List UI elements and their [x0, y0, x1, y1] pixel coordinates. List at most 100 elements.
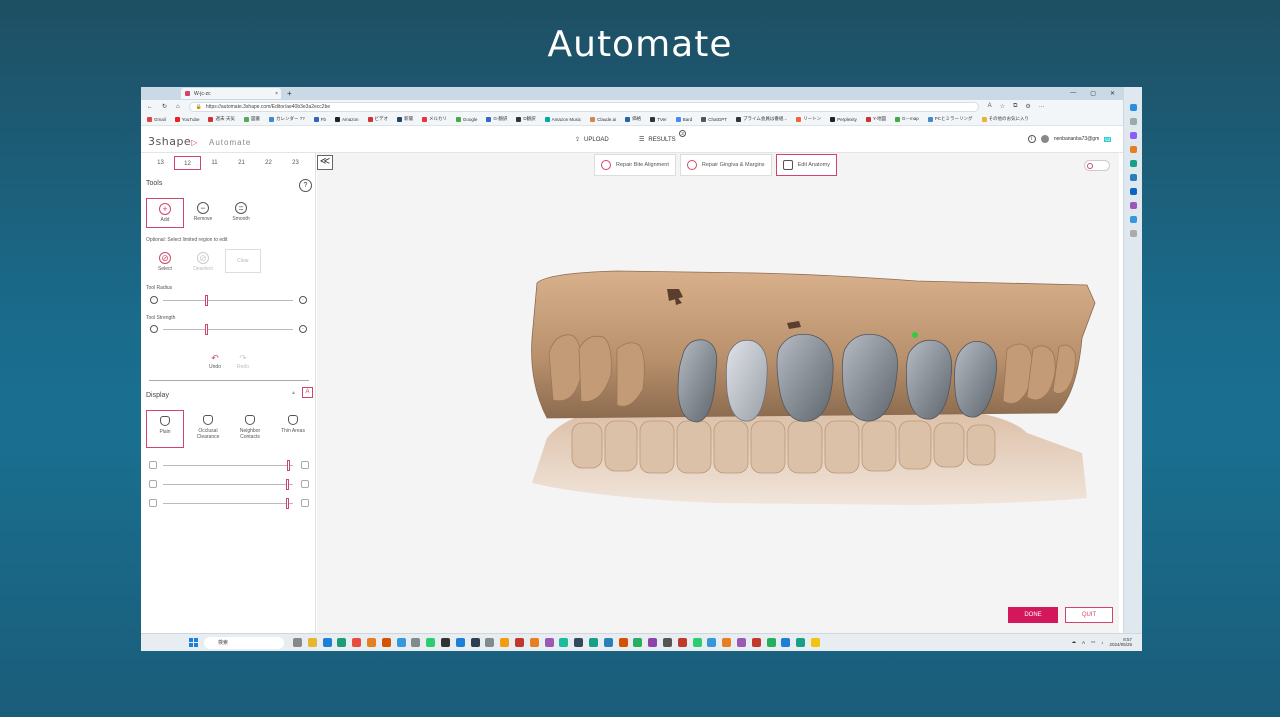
bookmark-item[interactable]: リートン [796, 116, 821, 122]
redo-button[interactable]: ↷ Redo [233, 353, 253, 370]
tools-icon[interactable] [1129, 174, 1137, 181]
info-icon[interactable]: i [1027, 135, 1036, 143]
app-icon[interactable] [411, 638, 421, 647]
dental-model-render[interactable] [317, 153, 1119, 633]
app-icon[interactable] [500, 638, 510, 647]
tooth-tab[interactable]: 13 [147, 156, 174, 170]
app-icon[interactable] [588, 638, 598, 647]
new-tab-button[interactable]: + [287, 89, 292, 98]
occlusal-clearance-button[interactable]: Occlusal Clearance [189, 410, 227, 448]
designer-icon[interactable] [1129, 202, 1137, 209]
extensions-icon[interactable]: ⚙ [1025, 103, 1030, 110]
minimize-button[interactable]: — [1070, 90, 1076, 97]
close-window-button[interactable]: ✕ [1110, 90, 1115, 97]
bookmark-item[interactable]: Fb [313, 116, 326, 122]
input-language[interactable]: A [1082, 640, 1085, 645]
more-menu-icon[interactable]: … [1039, 103, 1045, 110]
network-icon[interactable]: ▭ [1091, 639, 1095, 645]
firefox-icon[interactable] [381, 638, 391, 647]
bookmark-item[interactable]: 図書 [243, 116, 260, 122]
office-icon[interactable] [1129, 188, 1137, 195]
app-icon[interactable] [633, 638, 643, 647]
user-menu[interactable]: i nenbananba73@gm tid [1027, 135, 1111, 143]
app-icon[interactable] [470, 638, 480, 647]
tooth-tab[interactable]: 23 [282, 156, 309, 170]
bookmark-item[interactable]: Amazon [334, 116, 359, 122]
copilot-icon[interactable] [1129, 104, 1137, 111]
bookmark-item[interactable]: G-翻訳 [486, 116, 507, 122]
plain-display-button[interactable]: Plain [146, 410, 184, 448]
app-icon[interactable] [810, 638, 820, 647]
app-icon[interactable] [529, 638, 539, 647]
repair-bite-alignment-button[interactable]: Repair Bite Alignment [594, 154, 676, 176]
app-icon[interactable] [618, 638, 628, 647]
app-icon[interactable] [751, 638, 761, 647]
app-icon[interactable] [781, 638, 791, 647]
done-button[interactable]: DONE [1008, 607, 1058, 623]
app-icon[interactable] [692, 638, 702, 647]
bookmark-item[interactable]: 価格 [625, 116, 641, 122]
bookmark-item[interactable]: ChatGPT [701, 116, 727, 122]
thin-areas-button[interactable]: Thin Areas [274, 410, 312, 448]
slider-thumb[interactable] [204, 295, 208, 306]
upload-button[interactable]: ⇪ UPLOAD [575, 136, 609, 144]
app-icon[interactable] [514, 638, 524, 647]
bookmark-item[interactable]: Claude.ai [590, 116, 616, 122]
bookmark-item[interactable]: Google [455, 116, 477, 122]
outlook-icon[interactable] [1129, 216, 1137, 223]
bookmark-item[interactable]: メルカリ [422, 116, 447, 122]
slider-thumb[interactable] [204, 324, 208, 335]
clock[interactable]: 8:57 2024/05/25 [1109, 637, 1132, 647]
tooth-tab-active[interactable]: 12 [174, 156, 201, 170]
antagonist-opacity-slider[interactable] [149, 479, 309, 490]
app-icon[interactable] [396, 638, 406, 647]
app-icon[interactable] [736, 638, 746, 647]
add-tool-button[interactable]: + Add [146, 198, 184, 228]
add-sidebar-icon[interactable] [1129, 230, 1137, 237]
url-field[interactable]: 🔒 https://automate.3shape.com/Editor/ae4… [188, 101, 979, 112]
slider-thumb[interactable] [286, 479, 290, 490]
results-button[interactable]: ☰ RESULTS 3 [639, 130, 686, 143]
repair-gingiva-margins-button[interactable]: Repair Gingiva & Margins [679, 154, 772, 176]
bookmark-item[interactable]: PCとミラーリング [927, 116, 973, 122]
bookmark-item[interactable]: Gmail [147, 116, 166, 122]
bookmark-item[interactable]: Y-地図 [865, 116, 886, 122]
bookmark-item[interactable]: Bard [675, 116, 692, 122]
app-icon[interactable] [796, 638, 806, 647]
bookmark-item[interactable]: G－map [895, 116, 919, 122]
games-icon[interactable] [1129, 160, 1137, 167]
tooth-tab[interactable]: 21 [228, 156, 255, 170]
app-icon[interactable] [440, 638, 450, 647]
mail-icon[interactable] [322, 638, 332, 647]
app-icon[interactable] [707, 638, 717, 647]
windows-start-icon[interactable] [189, 638, 198, 647]
bookmark-item[interactable]: D翻訳 [516, 116, 536, 122]
select-region-button[interactable]: ⊘ Select [146, 248, 184, 278]
edit-anatomy-button[interactable]: Edit Anatomy [775, 154, 837, 176]
app-icon[interactable] [455, 638, 465, 647]
bookmark-item[interactable]: Perplexity [830, 116, 857, 122]
refresh-button[interactable]: ↻ [162, 103, 167, 110]
back-button[interactable]: ← [147, 104, 153, 110]
app-icon[interactable] [544, 638, 554, 647]
line-icon[interactable] [766, 638, 776, 647]
bookmark-item[interactable]: 新聞 [397, 116, 413, 122]
prep-opacity-slider[interactable] [149, 460, 309, 471]
bookmark-item[interactable]: 週末·天気 [208, 116, 235, 122]
folder-icon[interactable] [307, 638, 317, 647]
browser-tab[interactable]: W-jc-zc × [181, 88, 281, 99]
quit-button[interactable]: QUIT [1065, 607, 1113, 623]
app-icon[interactable] [722, 638, 732, 647]
a-toggle-button[interactable]: A [301, 387, 313, 398]
app-icon[interactable] [677, 638, 687, 647]
clear-region-button[interactable]: Clear [225, 249, 261, 273]
collapse-display-icon[interactable]: ▲ [291, 390, 296, 396]
bookmark-folder[interactable]: その他のお気に入り [981, 116, 1029, 122]
app-icon[interactable] [648, 638, 658, 647]
bookmark-item[interactable]: YouTube [174, 116, 199, 122]
deselect-region-button[interactable]: ⊘ Deselect [184, 248, 222, 278]
view-toggle[interactable] [1084, 160, 1110, 171]
smooth-tool-button[interactable]: = Smooth [222, 198, 260, 228]
cloud-icon[interactable]: ☁ [1071, 639, 1076, 645]
collapse-panel-button[interactable]: ≪ [317, 155, 333, 170]
